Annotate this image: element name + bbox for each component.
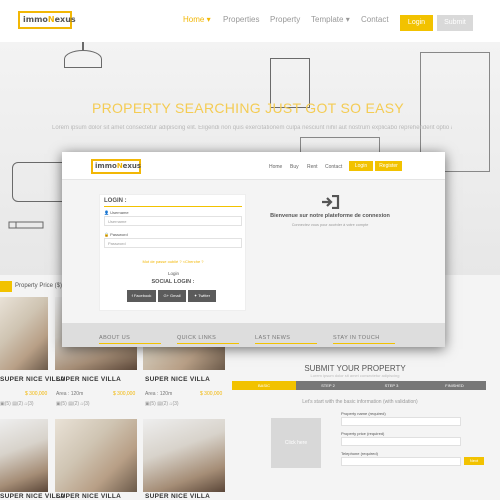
property-price: $ 300,000 bbox=[25, 391, 48, 397]
welcome-subtitle: Connectez vous pour accéder à votre comp… bbox=[291, 223, 369, 227]
login-submit-button[interactable]: Login bbox=[160, 271, 187, 278]
modal-login-button[interactable]: Login bbox=[349, 161, 373, 171]
footer-stay-in-touch[interactable]: STAY IN TOUCH bbox=[333, 335, 380, 341]
nav-property[interactable]: Property bbox=[270, 15, 300, 24]
footer-divider bbox=[177, 343, 239, 344]
filter-toggle[interactable] bbox=[0, 281, 12, 292]
modal-nav-rent[interactable]: Rent bbox=[307, 164, 318, 170]
step-2[interactable]: STEP 2 bbox=[296, 381, 360, 390]
gmail-login-button[interactable]: G+ Gmail bbox=[158, 290, 186, 302]
screenshot-stage: immoNexus Home ▾ Properties Property Tem… bbox=[0, 0, 500, 500]
price-filter-label: Property Price ($) bbox=[15, 283, 63, 289]
submit-title: SUBMIT YOUR PROPERTY bbox=[304, 364, 406, 373]
username-input[interactable]: Username bbox=[104, 216, 242, 226]
submit-button[interactable]: Submit bbox=[437, 15, 473, 31]
password-label: 🔒 Password bbox=[104, 232, 128, 237]
lamp-cord-sketch bbox=[82, 42, 84, 50]
sign-in-icon bbox=[322, 195, 340, 209]
modal-navbar: immoNexus Home Buy Rent Contact Login Re… bbox=[62, 152, 445, 180]
login-title: LOGIN : bbox=[104, 198, 127, 204]
user-icon: 👤 bbox=[104, 210, 109, 215]
wizard-steps: BASIC STEP 2 STEP 3 FINISHED bbox=[232, 381, 486, 390]
nav-contact[interactable]: Contact bbox=[361, 15, 389, 24]
property-name-label: Property name (required) bbox=[341, 411, 386, 416]
footer-about-us[interactable]: ABOUT US bbox=[99, 335, 130, 341]
password-input[interactable]: Password bbox=[104, 238, 242, 248]
lamp-sketch bbox=[64, 50, 102, 68]
step-basic[interactable]: BASIC bbox=[232, 381, 296, 390]
step-3[interactable]: STEP 3 bbox=[360, 381, 423, 390]
step-finished[interactable]: FINISHED bbox=[423, 381, 486, 390]
footer-divider bbox=[333, 343, 395, 344]
submit-info: Let's start with the basic information (… bbox=[302, 399, 418, 405]
site-logo[interactable]: immoNexus bbox=[18, 11, 76, 29]
footer-last-news[interactable]: LAST NEWS bbox=[255, 335, 290, 341]
tools-icon bbox=[8, 221, 44, 229]
forgot-password-link[interactable]: Mot de passe oublié ? <Cherche ? bbox=[104, 259, 242, 264]
property-features: ▣(5) ▤(2) ⌂(3) bbox=[56, 401, 90, 407]
upload-image-area[interactable]: Click here bbox=[271, 418, 321, 468]
social-login-title: SOCIAL LOGIN : bbox=[151, 279, 195, 285]
login-window: immoNexus Home Buy Rent Contact Login Re… bbox=[62, 152, 445, 347]
property-name-input[interactable] bbox=[341, 417, 461, 426]
login-divider bbox=[104, 206, 242, 207]
footer-divider bbox=[99, 343, 161, 344]
property-title[interactable]: SUPER NICE VILLA bbox=[56, 376, 121, 383]
property-image[interactable] bbox=[55, 419, 137, 492]
lock-icon: 🔒 bbox=[104, 232, 109, 237]
modal-footer: ABOUT US QUICK LINKS LAST NEWS STAY IN T… bbox=[62, 323, 445, 347]
modal-logo[interactable]: immoNexus bbox=[91, 159, 141, 174]
property-features: ▣(5) ▤(2) ⌂(3) bbox=[145, 401, 179, 407]
property-price-input[interactable] bbox=[341, 437, 461, 446]
property-title[interactable]: SUPER NICE VILLA bbox=[145, 493, 210, 500]
property-features: ▣(5) ▤(2) ⌂(3) bbox=[0, 401, 34, 407]
nav-home[interactable]: Home ▾ bbox=[183, 15, 211, 24]
property-image[interactable] bbox=[143, 419, 225, 492]
modal-register-button[interactable]: Register bbox=[375, 161, 402, 171]
welcome-title: Bienvenue sur notre plateforme de connex… bbox=[270, 213, 390, 219]
property-title[interactable]: SUPER NICE VILLA bbox=[145, 376, 210, 383]
next-button[interactable]: Next bbox=[464, 457, 484, 465]
twitter-login-button[interactable]: ✦ Twitter bbox=[188, 290, 216, 302]
property-title[interactable]: SUPER NICE VILLA bbox=[56, 493, 121, 500]
property-area: Area : 120m bbox=[145, 391, 173, 397]
nav-template[interactable]: Template ▾ bbox=[311, 15, 350, 24]
property-price: $ 300,000 bbox=[200, 391, 223, 397]
property-image[interactable] bbox=[0, 297, 48, 370]
facebook-login-button[interactable]: f Facebook bbox=[127, 290, 156, 302]
username-label: 👤 Username bbox=[104, 210, 129, 215]
modal-nav-home[interactable]: Home bbox=[269, 164, 282, 170]
property-area: Area : 120m bbox=[56, 391, 84, 397]
footer-quick-links[interactable]: QUICK LINKS bbox=[177, 335, 216, 341]
submit-subtitle: Lorem ipsum dolor sit amet consectetur a… bbox=[310, 373, 400, 378]
telephone-input[interactable] bbox=[341, 457, 461, 466]
hero-title: PROPERTY SEARCHING JUST GOT SO EASY bbox=[91, 100, 405, 116]
property-price: $ 300,000 bbox=[113, 391, 136, 397]
property-price-label: Property price (required) bbox=[341, 431, 385, 436]
hero-subtitle: Lorem ipsum dolor sit amet consectetur a… bbox=[52, 125, 452, 131]
modal-nav-contact[interactable]: Contact bbox=[325, 164, 342, 170]
telephone-label: Telephone (required) bbox=[341, 451, 378, 456]
nav-properties[interactable]: Properties bbox=[223, 15, 259, 24]
modal-nav-buy[interactable]: Buy bbox=[290, 164, 299, 170]
property-image[interactable] bbox=[0, 419, 48, 492]
background-navbar: immoNexus Home ▾ Properties Property Tem… bbox=[0, 0, 500, 42]
login-button[interactable]: Login bbox=[400, 15, 433, 31]
login-form: LOGIN : 👤 Username Username 🔒 Password P… bbox=[99, 194, 246, 311]
footer-divider bbox=[255, 343, 317, 344]
